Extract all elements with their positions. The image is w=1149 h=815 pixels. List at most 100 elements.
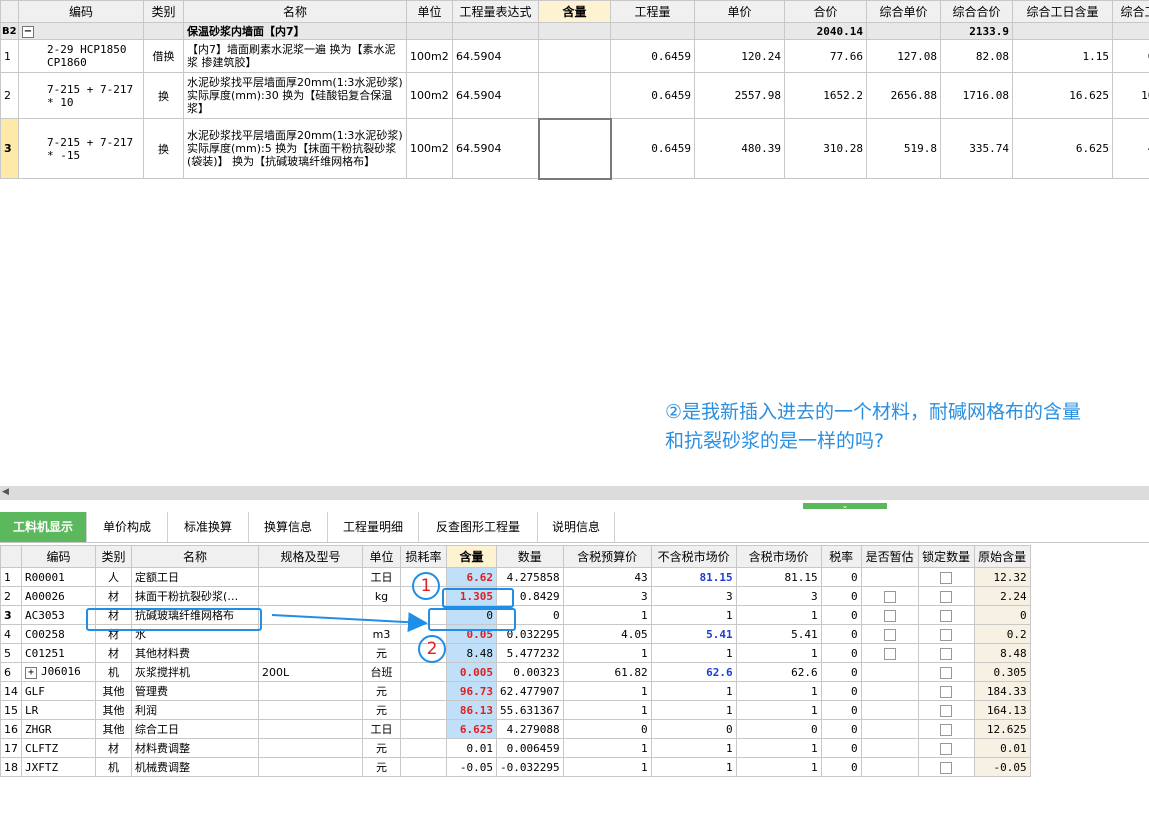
lock-cell[interactable] <box>917 567 975 587</box>
col-header-code[interactable]: 编码 <box>18 0 144 23</box>
resource-unit[interactable]: 元 <box>362 757 401 777</box>
lock-cell[interactable] <box>917 757 975 777</box>
col-header-tax-budget-price[interactable]: 含税预算价 <box>562 545 652 568</box>
quota-amount[interactable]: 0.6459 <box>610 118 695 179</box>
quota-name[interactable]: 水泥砂浆找平层墙面厚20mm(1:3水泥砂浆) 实际厚度(mm):30 换为【硅… <box>183 72 407 119</box>
resource-type[interactable]: 机 <box>95 757 132 777</box>
quota-amount[interactable]: 0.6459 <box>610 72 695 119</box>
resource-unit[interactable]: 元 <box>362 738 401 758</box>
quota-expr[interactable]: 64.5904 <box>452 72 539 119</box>
resource-tax-budget-price[interactable]: 1 <box>562 681 652 701</box>
col-header-type[interactable]: 类别 <box>95 545 132 568</box>
resource-code[interactable]: C00258 <box>21 624 96 644</box>
resource-qty[interactable]: 6.62 <box>446 567 497 587</box>
resource-spec[interactable] <box>258 643 363 663</box>
tab-reverse-graphic-quantity[interactable]: 反查图形工程量 <box>419 512 538 542</box>
resource-tax-budget-price[interactable]: 1 <box>562 757 652 777</box>
quota-price[interactable]: 2557.98 <box>694 72 785 119</box>
lock-qty-checkbox[interactable] <box>940 742 953 755</box>
quota-unit[interactable]: 100m2 <box>406 118 453 179</box>
resource-market-price-ex[interactable]: 1 <box>650 643 737 663</box>
quota-amount[interactable]: 0.6459 <box>610 39 695 73</box>
resource-tax-budget-price[interactable]: 3 <box>562 586 652 606</box>
resource-row[interactable]: 14 GLF 其他 管理费元 96.73 62.477907 1 1 1 0 184.33 <box>0 681 1031 701</box>
quota-row[interactable]: 1 2-29 HCP1850 CP1860 借换 【内7】墙面刷素水泥浆一遍 换… <box>0 39 1149 73</box>
col-header-labor-qty[interactable]: 综合工日含量 <box>1012 0 1113 23</box>
resource-unit[interactable]: 元 <box>362 643 401 663</box>
resource-code[interactable]: AC3053 <box>21 605 96 625</box>
resource-name[interactable]: 管理费 <box>131 681 259 701</box>
lock-qty-checkbox[interactable] <box>940 685 953 698</box>
resource-qty[interactable]: 0.005 <box>446 662 497 682</box>
col-header-name[interactable]: 名称 <box>183 0 407 23</box>
resource-amount[interactable]: -0.032295 <box>496 757 564 777</box>
resource-code[interactable]: CLFTZ <box>21 738 96 758</box>
lock-qty-checkbox[interactable] <box>940 666 953 679</box>
resource-qty[interactable]: 6.625 <box>446 719 497 739</box>
quota-type[interactable]: 借换 <box>143 39 184 73</box>
resource-tax-budget-price[interactable]: 1 <box>562 738 652 758</box>
resource-qty[interactable]: -0.05 <box>446 757 497 777</box>
resource-tax-budget-price[interactable]: 61.82 <box>562 662 652 682</box>
col-header-unit[interactable]: 单位 <box>406 0 453 23</box>
estimate-cell[interactable] <box>860 643 919 663</box>
resource-tax-budget-price[interactable]: 1 <box>562 643 652 663</box>
resource-spec[interactable] <box>258 681 363 701</box>
estimate-checkbox[interactable] <box>883 628 896 641</box>
estimate-cell[interactable] <box>860 624 919 644</box>
resource-name[interactable]: 材料费调整 <box>131 738 259 758</box>
resource-market-price[interactable]: 62.6 <box>735 662 822 682</box>
lock-cell[interactable] <box>917 586 975 606</box>
expand-icon[interactable]: + <box>25 667 37 679</box>
resource-unit[interactable]: 工日 <box>362 567 401 587</box>
resource-market-price[interactable]: 1 <box>735 700 822 720</box>
col-header-code[interactable]: 编码 <box>21 545 96 568</box>
estimate-cell[interactable] <box>860 662 919 682</box>
resource-type[interactable]: 材 <box>95 643 132 663</box>
col-header-amount[interactable]: 数量 <box>496 545 564 568</box>
col-header-expr[interactable]: 工程量表达式 <box>452 0 539 23</box>
resource-unit[interactable]: 元 <box>362 681 401 701</box>
resource-type[interactable]: 材 <box>95 586 132 606</box>
resource-market-price[interactable]: 1 <box>735 643 822 663</box>
quota-expr[interactable]: 64.5904 <box>452 118 539 179</box>
resource-type[interactable]: 机 <box>95 662 132 682</box>
resource-tax-rate[interactable]: 0 <box>820 586 862 606</box>
resource-code[interactable]: ZHGR <box>21 719 96 739</box>
resource-name[interactable]: 综合工日 <box>131 719 259 739</box>
horizontal-scrollbar[interactable]: ◀ <box>0 486 1149 500</box>
resource-amount[interactable]: 0.006459 <box>496 738 564 758</box>
scroll-left-icon[interactable]: ◀ <box>2 487 9 497</box>
resource-spec[interactable] <box>258 586 363 606</box>
lock-cell[interactable] <box>917 662 975 682</box>
resource-name[interactable]: 抹面干粉抗裂砂浆(… <box>131 586 259 606</box>
resource-code[interactable]: R00001 <box>21 567 96 587</box>
resource-code[interactable]: LR <box>21 700 96 720</box>
resource-tax-rate[interactable]: 0 <box>820 643 862 663</box>
resource-code[interactable]: GLF <box>21 681 96 701</box>
resource-type[interactable]: 其他 <box>95 719 132 739</box>
quota-qty[interactable] <box>538 39 611 73</box>
resource-code[interactable]: JXFTZ <box>21 757 96 777</box>
resource-market-price-ex[interactable]: 62.6 <box>650 662 737 682</box>
tab-description[interactable]: 说明信息 <box>538 512 615 542</box>
quota-code[interactable]: 7-215 + 7-217 * 10 <box>18 72 144 119</box>
collapse-icon[interactable]: − <box>22 26 34 38</box>
resource-tax-rate[interactable]: 0 <box>820 738 862 758</box>
tab-conversion-info[interactable]: 换算信息 <box>249 512 328 542</box>
col-header-original-qty[interactable]: 原始含量 <box>973 545 1031 568</box>
resource-unit[interactable]: 元 <box>362 700 401 720</box>
resource-tax-rate[interactable]: 0 <box>820 605 862 625</box>
quota-qty[interactable] <box>538 72 611 119</box>
col-header-comp-total[interactable]: 综合合价 <box>940 0 1013 23</box>
col-header-qty[interactable]: 含量 <box>538 0 611 23</box>
col-header-loss[interactable]: 损耗率 <box>400 545 447 568</box>
estimate-cell[interactable] <box>860 757 919 777</box>
quota-name[interactable]: 水泥砂浆找平层墙面厚20mm(1:3水泥砂浆) 实际厚度(mm):5 换为【抹面… <box>183 118 407 179</box>
resource-market-price[interactable]: 5.41 <box>735 624 822 644</box>
resource-code[interactable]: + J06016 <box>21 662 96 682</box>
estimate-cell[interactable] <box>860 700 919 720</box>
resource-amount[interactable]: 4.279088 <box>496 719 564 739</box>
resource-market-price-ex[interactable]: 3 <box>650 586 737 606</box>
resource-market-price-ex[interactable]: 81.15 <box>650 567 737 587</box>
